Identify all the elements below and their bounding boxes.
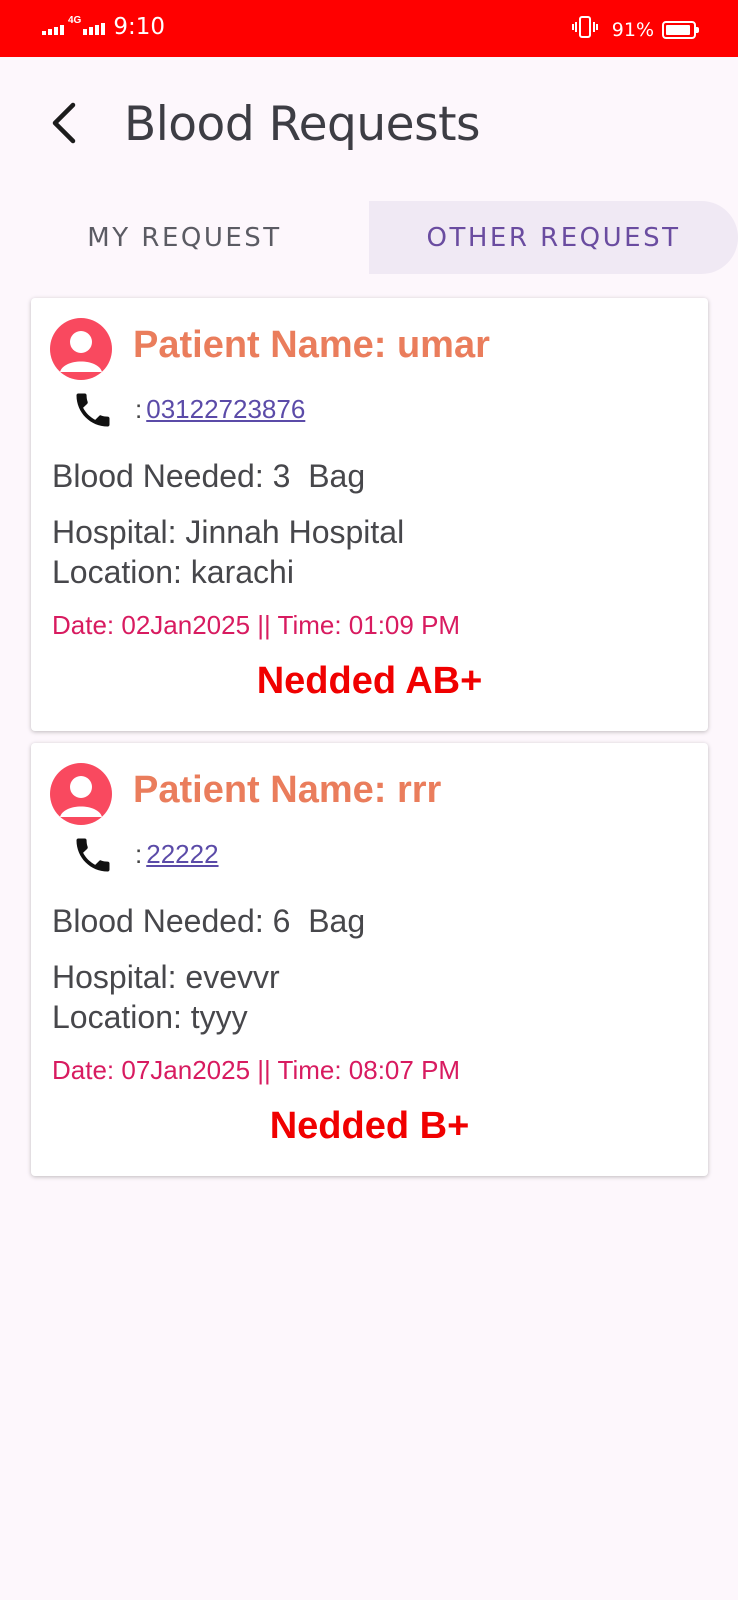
phone-prefix: : (135, 394, 143, 424)
needed-blood-group: Nedded AB+ (256, 660, 483, 702)
signal-icon-2 (83, 19, 107, 35)
phone-row: :22222 (135, 839, 219, 870)
request-datetime: Date: 02Jan2025 || Time: 01:09 PM (52, 610, 461, 640)
status-right: 91% (571, 16, 699, 43)
clock: 9:10 (113, 14, 165, 40)
phone-prefix: : (135, 839, 143, 869)
tab-other-request[interactable]: OTHER REQUEST (369, 201, 738, 274)
phone-link[interactable]: 03122723876 (146, 394, 305, 424)
request-card[interactable]: Patient Name: umar :03122723876 Blood Ne… (31, 298, 708, 731)
status-left: 4G 9:10 (42, 14, 165, 40)
signal-icon (42, 19, 66, 35)
phone-icon[interactable] (71, 388, 115, 432)
request-card[interactable]: Patient Name: rrr :22222 Blood Needed: 6… (31, 743, 708, 1176)
app-bar: Blood Requests (0, 57, 738, 191)
back-arrow-icon (52, 102, 76, 144)
blood-needed: Blood Needed: 6 Bag (52, 903, 366, 939)
tab-my-request[interactable]: MY REQUEST (0, 201, 369, 274)
avatar-icon (50, 763, 112, 825)
blood-needed: Blood Needed: 3 Bag (52, 458, 366, 494)
location: Location: tyyy (52, 999, 248, 1035)
request-datetime: Date: 07Jan2025 || Time: 08:07 PM (52, 1055, 461, 1085)
phone-icon[interactable] (71, 833, 115, 877)
phone-row: :03122723876 (135, 394, 305, 425)
back-button[interactable] (40, 95, 88, 151)
page-title: Blood Requests (124, 97, 481, 152)
patient-name: Patient Name: umar (133, 324, 490, 366)
vibrate-icon (571, 16, 598, 43)
phone-link[interactable]: 22222 (146, 839, 218, 869)
status-bar: 4G 9:10 91% (0, 0, 738, 57)
battery-percent: 91% (611, 18, 654, 41)
patient-name: Patient Name: rrr (133, 769, 442, 811)
avatar-icon (50, 318, 112, 380)
hospital: Hospital: evevvr (52, 959, 280, 995)
hospital: Hospital: Jinnah Hospital (52, 514, 405, 550)
location: Location: karachi (52, 554, 294, 590)
battery-icon (662, 20, 699, 39)
network-type: 4G (68, 15, 82, 26)
needed-blood-group: Nedded B+ (269, 1105, 470, 1147)
tab-bar: MY REQUEST OTHER REQUEST (0, 201, 738, 274)
